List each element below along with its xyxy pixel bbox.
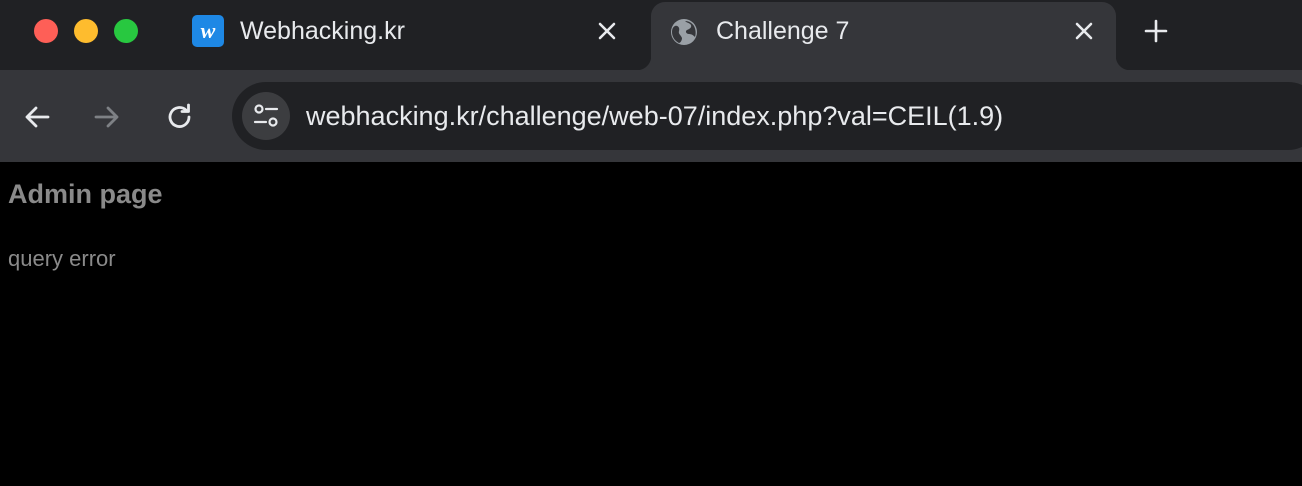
tab-close-icon[interactable] (593, 17, 621, 45)
browser-toolbar: webhacking.kr/challenge/web-07/index.php… (0, 70, 1302, 233)
tab-title: Webhacking.kr (240, 17, 405, 45)
tune-icon (253, 104, 279, 127)
forward-arrow-icon[interactable] (90, 100, 124, 134)
window-close-button[interactable] (34, 19, 58, 43)
error-message: query error (8, 246, 116, 271)
window-minimize-button[interactable] (74, 19, 98, 43)
globe-icon (669, 17, 699, 47)
window-maximize-button[interactable] (114, 19, 138, 43)
tab-challenge-7[interactable]: Challenge 7 (637, 2, 1130, 70)
tab-title: Challenge 7 (716, 17, 850, 45)
browser-window: w Webhacking.kr Challenge 7 webhacking.k… (0, 0, 1302, 486)
reload-icon[interactable] (163, 100, 197, 134)
site-info-button[interactable] (242, 92, 290, 140)
address-bar[interactable]: webhacking.kr/challenge/web-07/index.php… (232, 82, 1302, 150)
page-heading: Admin page (8, 179, 163, 209)
back-arrow-icon[interactable] (20, 100, 54, 134)
tab-close-icon[interactable] (1070, 17, 1098, 45)
new-tab-plus-icon[interactable] (1141, 16, 1171, 46)
w-logo-icon: w (192, 15, 224, 47)
page-content: Admin page query error (0, 163, 1302, 486)
tab-strip: w Webhacking.kr Challenge 7 (0, 0, 1302, 70)
tab-webhacking[interactable]: w Webhacking.kr (176, 0, 646, 70)
url-text[interactable]: webhacking.kr/challenge/web-07/index.php… (306, 82, 1003, 150)
